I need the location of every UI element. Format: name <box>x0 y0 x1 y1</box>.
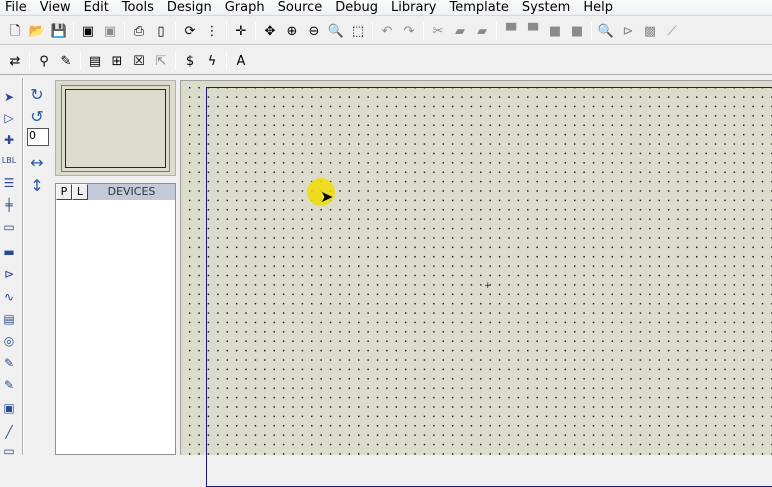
remove-sheet-icon[interactable]: ☒ <box>130 52 148 70</box>
pick-devices-button[interactable]: P <box>56 184 72 200</box>
toolbar-separator <box>124 22 125 40</box>
add-sheet-icon[interactable]: ⊞ <box>108 52 126 70</box>
menu-edit[interactable]: Edit <box>79 0 117 15</box>
line-icon[interactable]: ╱ <box>0 423 18 441</box>
toolbar-separator <box>423 22 424 40</box>
text-script-icon[interactable]: ☰ <box>0 174 18 192</box>
menu-template[interactable]: Template <box>445 0 517 15</box>
toolbar-separator <box>496 22 497 40</box>
voltage-probe-icon[interactable]: ✎ <box>0 354 18 372</box>
rotate-clockwise-icon[interactable]: ↻ <box>28 86 46 104</box>
mirror-x-icon[interactable]: ↔ <box>28 154 46 172</box>
bill-of-materials-icon[interactable]: $ <box>181 52 199 70</box>
ares-icon[interactable]: A <box>232 52 250 70</box>
wire-autorouter-icon[interactable]: ⇄ <box>6 52 24 70</box>
current-probe-icon[interactable]: ✎ <box>0 376 18 394</box>
toolbar-separator <box>226 52 227 70</box>
design-toolbar: ⇄ ⚲ ✎ ▤ ⊞ ☒ ⇱ $ ϟ A <box>0 49 252 73</box>
zoom-out-icon[interactable]: ⊖ <box>305 22 323 40</box>
zoom-in-icon[interactable]: ⊕ <box>283 22 301 40</box>
zoom-all-icon[interactable]: 🔍 <box>327 22 345 40</box>
menu-library[interactable]: Library <box>386 0 444 15</box>
toolbar-separator <box>226 22 227 40</box>
toolbar-separator <box>255 22 256 40</box>
print-area-icon[interactable]: ▯ <box>152 22 170 40</box>
cut-icon[interactable]: ✂ <box>429 22 447 40</box>
graph-icon[interactable]: ∿ <box>0 288 18 306</box>
overview-window[interactable] <box>55 80 176 176</box>
menu-view[interactable]: View <box>35 0 79 15</box>
property-tool-icon[interactable]: ✎ <box>57 52 75 70</box>
pick-device-icon[interactable]: 🔍 <box>597 22 615 40</box>
toolbar-separator <box>175 22 176 40</box>
open-icon[interactable]: 📂 <box>28 22 46 40</box>
save-icon[interactable]: 💾 <box>50 22 68 40</box>
origin-icon[interactable]: ✛ <box>232 22 250 40</box>
toolbar-separator <box>80 52 81 70</box>
block-delete-icon[interactable]: ■ <box>568 22 586 40</box>
menu-source[interactable]: Source <box>273 0 331 15</box>
import-icon[interactable]: ▣ <box>79 22 97 40</box>
menu-help[interactable]: Help <box>578 0 621 15</box>
search-tag-icon[interactable]: ⚲ <box>35 52 53 70</box>
virtual-instruments-icon[interactable]: ▣ <box>0 399 18 417</box>
new-icon[interactable]: 🗋 <box>6 22 24 40</box>
generator-icon[interactable]: ◎ <box>0 332 18 350</box>
export-icon[interactable]: ▣ <box>101 22 119 40</box>
tape-recorder-icon[interactable]: ▤ <box>0 310 18 328</box>
mouse-pointer-icon: ➤ <box>320 187 334 206</box>
zoom-area-icon[interactable]: ⬚ <box>349 22 367 40</box>
electrical-check-icon[interactable]: ϟ <box>203 52 221 70</box>
wire-label-icon[interactable]: LBL <box>0 152 18 170</box>
mirror-y-icon[interactable]: ↕ <box>28 177 46 195</box>
menu-debug[interactable]: Debug <box>330 0 386 15</box>
box-icon[interactable]: ▭ <box>0 442 18 460</box>
block-move-icon[interactable]: ▀ <box>524 22 542 40</box>
origin-marker: + <box>484 281 492 291</box>
devices-panel: P L DEVICES <box>55 183 176 455</box>
print-icon[interactable]: ⎙ <box>130 22 148 40</box>
buses-icon[interactable]: ╪ <box>0 196 18 214</box>
new-sheet-icon[interactable]: ▤ <box>86 52 104 70</box>
pan-icon[interactable]: ✥ <box>261 22 279 40</box>
devices-list[interactable] <box>56 200 175 454</box>
make-device-icon[interactable]: ⊳ <box>619 22 637 40</box>
menu-tools[interactable]: Tools <box>117 0 162 15</box>
overview-sheet-border <box>65 89 166 168</box>
overview-view-frame <box>61 85 170 172</box>
main-toolbar: 🗋 📂 💾 ▣ ▣ ⎙ ▯ ⟳ ⋮ ✛ ✥ ⊕ ⊖ 🔍 ⬚ ↶ ↷ ✂ ▰ ▰ ▀ ▀ ■ ■ 🔍 ⊳ ▩ ⟋ <box>0 19 683 43</box>
grid-icon[interactable]: ⋮ <box>203 22 221 40</box>
rotate-anticlockwise-icon[interactable]: ↺ <box>28 108 46 126</box>
schematic-canvas[interactable]: + ➤ <box>180 80 772 487</box>
package-tool-icon[interactable]: ▩ <box>641 22 659 40</box>
refresh-icon[interactable]: ⟳ <box>181 22 199 40</box>
rotation-angle-input[interactable]: 0 <box>27 128 49 146</box>
terminals-icon[interactable]: ▬ <box>0 243 18 261</box>
menu-file[interactable]: File <box>0 0 35 15</box>
redo-icon[interactable]: ↷ <box>400 22 418 40</box>
menu-bar: File View Edit Tools Design Graph Source Debug L… <box>0 0 772 16</box>
device-pins-icon[interactable]: ⊳ <box>0 265 18 283</box>
decompose-icon[interactable]: ⟋ <box>663 22 681 40</box>
toolbar-separator <box>73 22 74 40</box>
copy-icon[interactable]: ▰ <box>451 22 469 40</box>
goto-parent-icon[interactable]: ⇱ <box>152 52 170 70</box>
component-mode-icon[interactable]: ▷ <box>0 109 18 127</box>
toolbar-separator <box>372 22 373 40</box>
library-manager-button[interactable]: L <box>72 184 88 200</box>
menu-system[interactable]: System <box>517 0 578 15</box>
block-rotate-icon[interactable]: ■ <box>546 22 564 40</box>
junction-dot-icon[interactable]: ✚ <box>0 131 18 149</box>
menu-design[interactable]: Design <box>162 0 220 15</box>
block-copy-icon[interactable]: ▀ <box>502 22 520 40</box>
toolbar-separator <box>29 52 30 70</box>
toolbar-separator <box>175 52 176 70</box>
subcircuit-icon[interactable]: ▭ <box>0 218 18 236</box>
selection-mode-icon[interactable]: ➤ <box>0 88 18 106</box>
devices-title: DEVICES <box>107 185 156 198</box>
toolbar-separator <box>591 22 592 40</box>
undo-icon[interactable]: ↶ <box>378 22 396 40</box>
menu-graph[interactable]: Graph <box>220 0 273 15</box>
paste-icon[interactable]: ▰ <box>473 22 491 40</box>
